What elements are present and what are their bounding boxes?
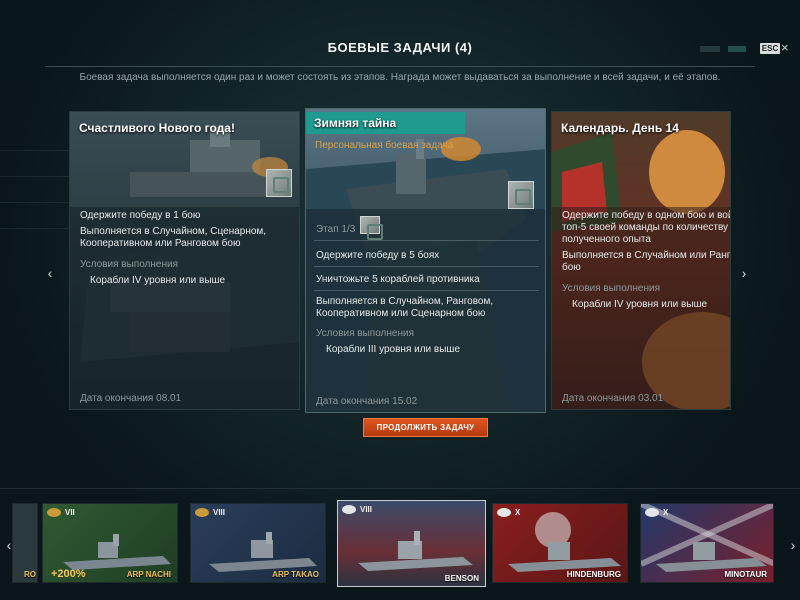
ship-tier: X (645, 508, 668, 518)
divider (0, 488, 800, 489)
ship-name: ARP NACHI (126, 570, 171, 579)
condition-text: Корабли IV уровня или выше (90, 275, 226, 286)
task-line: Уничтожьте 5 кораблей противника (316, 274, 480, 285)
task-card-new-year[interactable]: Счастливого Нового года! Одержите победу… (69, 111, 300, 410)
ship-card[interactable]: VII +200% ARP NACHI (42, 503, 178, 583)
continue-task-button[interactable]: ПРОДОЛЖИТЬ ЗАДАЧУ (363, 418, 488, 437)
card-subtitle: Персональная боевая задача (315, 140, 454, 151)
ship-card[interactable]: X HINDENBURG (492, 503, 628, 583)
task-line: топ-5 своей команды по количеству (562, 222, 729, 233)
ship-name: HINDENBURG (566, 570, 621, 579)
ship-name: ARP TAKAO (272, 570, 319, 579)
tier-emblem-icon (342, 505, 356, 515)
ship-card[interactable]: X MINOTAUR (640, 503, 774, 583)
end-date: Дата окончания 15.02 (316, 396, 418, 407)
page-subtitle: Боевая задача выполняется один раз и мож… (79, 72, 721, 83)
tier-emblem-icon (47, 508, 61, 518)
prev-task-arrow-icon[interactable]: ‹ (43, 264, 57, 282)
reward-crate-icon (266, 169, 292, 197)
card-title: Счастливого Нового года! (79, 121, 235, 135)
task-line: Одержите победу в одном бою и вой (562, 210, 731, 221)
page-title: БОЕВЫЕ ЗАДАЧИ (4) (327, 40, 473, 55)
mode-line: Выполняется в Случайном, Ранговом, (316, 296, 494, 307)
xp-bonus: +200% (51, 568, 86, 580)
divider (314, 290, 539, 291)
conditions-label: Условия выполнения (316, 328, 414, 339)
esc-key-hint[interactable]: ESC (760, 43, 780, 54)
ship-card[interactable]: VIII ARP TAKAO (190, 503, 326, 583)
next-task-arrow-icon[interactable]: › (737, 264, 751, 282)
mode-line: Кооперативном или Сценарном бою (316, 308, 486, 319)
divider (45, 66, 755, 67)
ship-card-selected[interactable]: VIII BENSON (337, 500, 486, 587)
task-line: полученного опыта (562, 234, 651, 245)
card-title: Календарь. День 14 (561, 121, 679, 135)
conditions-label: Условия выполнения (80, 259, 178, 270)
condition-text: Корабли IV уровня или выше (572, 299, 708, 310)
task-line: Выполняется в Случайном, Сценарном, (80, 226, 267, 237)
divider (314, 240, 539, 241)
ship-tier: VIII (342, 505, 372, 515)
condition-text: Корабли III уровня или выше (326, 344, 461, 355)
conditions-label: Условия выполнения (562, 283, 660, 294)
ship-tier: VII (47, 508, 75, 518)
end-date: Дата окончания 03.01 (562, 393, 664, 404)
tier-emblem-icon (645, 508, 659, 518)
ship-name: BENSON (444, 574, 479, 583)
task-line: Одержите победу в 1 бою (80, 210, 201, 221)
close-icon[interactable]: × (781, 40, 795, 56)
stage-reward-crate-icon (360, 216, 383, 240)
tier-emblem-icon (195, 508, 209, 518)
background-decor (0, 150, 70, 240)
divider (314, 266, 539, 267)
ship-card-partial[interactable]: RO (12, 503, 38, 583)
task-line: Кооперативном или Ранговом бою (80, 238, 241, 249)
reward-crate-icon (508, 181, 534, 209)
ship-name: RO (24, 570, 36, 579)
ship-name: MINOTAUR (724, 570, 767, 579)
tier-emblem-icon (497, 508, 511, 518)
task-card-calendar[interactable]: Календарь. День 14 Одержите победу в одн… (551, 111, 731, 410)
task-line: бою (562, 262, 581, 273)
card-title: Зимняя тайна (314, 116, 397, 130)
task-card-winter-mystery[interactable]: Зимняя тайна Персональная боевая задача … (305, 108, 546, 413)
end-date: Дата окончания 08.01 (80, 393, 182, 404)
ship-tier: X (497, 508, 520, 518)
task-line: Одержите победу в 5 боях (316, 250, 440, 261)
carousel-next-icon[interactable]: › (786, 536, 800, 554)
ship-tier: VIII (195, 508, 225, 518)
task-line: Выполняется в Случайном или Ранго (562, 250, 731, 261)
stage-label: Этап 1/3 (316, 224, 356, 235)
